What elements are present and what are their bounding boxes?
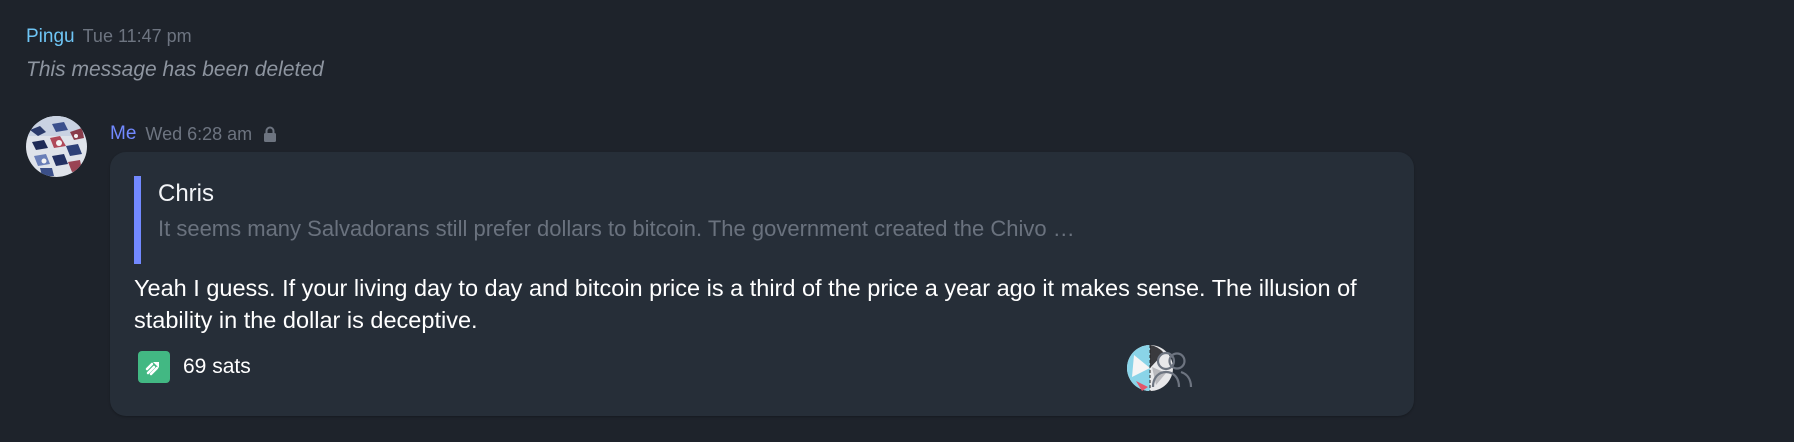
deleted-notice: This message has been deleted [26,58,324,81]
participants[interactable] [1126,341,1202,395]
avatar[interactable] [26,116,87,177]
message-header: Pingu Tue 11:47 pm [26,26,324,48]
message-timestamp: Wed 6:28 am [145,123,253,144]
quote-bar [134,176,141,264]
quoted-reply[interactable]: Chris It seems many Salvadorans still pr… [134,176,1374,264]
author-name[interactable]: Me [110,123,136,145]
chat-thread: Pingu Tue 11:47 pm This message has been… [0,0,1794,442]
zap-icon [138,351,170,383]
author-name[interactable]: Pingu [26,26,75,48]
zap-button[interactable]: 69 sats [138,351,251,383]
quote-text: It seems many Salvadorans still prefer d… [158,216,1075,241]
quote-author: Chris [158,180,215,207]
avatar-image [26,116,87,177]
zap-amount: 69 sats [183,355,251,378]
message-bubble[interactable]: Chris It seems many Salvadorans still pr… [110,152,1414,416]
deleted-message: Pingu Tue 11:47 pm This message has been… [26,26,324,82]
lock-icon [263,126,277,142]
message-header: Me Wed 6:28 am [110,123,277,145]
message-timestamp: Tue 11:47 pm [82,26,192,46]
message-body: Yeah I guess. If your living day to day … [134,275,1357,333]
